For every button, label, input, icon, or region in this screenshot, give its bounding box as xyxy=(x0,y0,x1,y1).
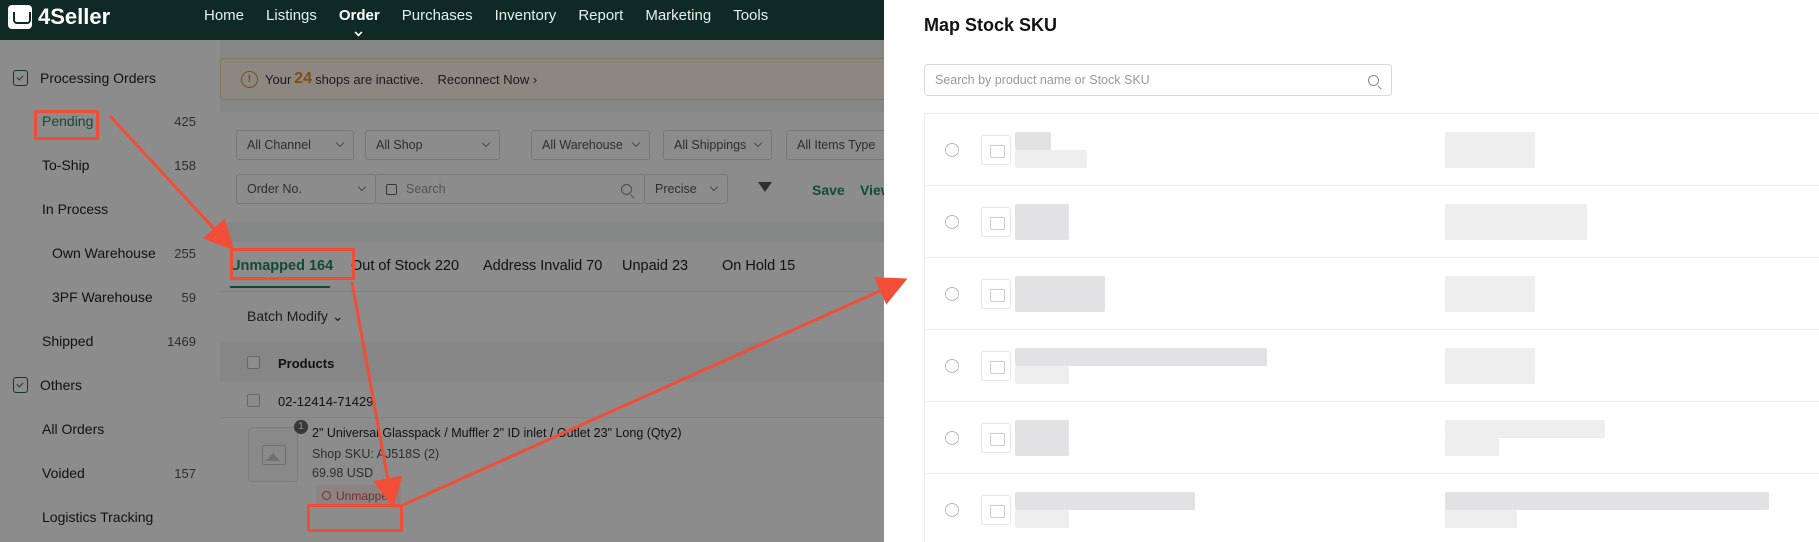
redacted-text xyxy=(1015,276,1105,312)
list-item[interactable] xyxy=(925,402,1819,474)
redacted-text xyxy=(1445,438,1499,456)
stock-sku-list xyxy=(924,113,1819,542)
redacted-text xyxy=(1015,150,1087,168)
highlight-unmapped-tab xyxy=(230,248,355,280)
radio-button[interactable] xyxy=(945,143,959,157)
image-placeholder-icon xyxy=(981,135,1011,165)
main-nav: Home Listings Order Purchases Inventory … xyxy=(193,0,779,40)
redacted-text xyxy=(1445,348,1535,384)
redacted-text xyxy=(1015,492,1195,510)
nav-order-label: Order xyxy=(338,7,380,24)
list-item[interactable] xyxy=(925,330,1819,402)
redacted-text xyxy=(1445,276,1535,312)
redacted-text xyxy=(1445,132,1535,168)
redacted-text xyxy=(1015,348,1267,366)
search-icon xyxy=(1368,75,1379,86)
radio-button[interactable] xyxy=(945,503,959,517)
image-placeholder-icon xyxy=(981,423,1011,453)
redacted-text xyxy=(1015,510,1069,528)
nav-order[interactable]: Order xyxy=(328,0,391,40)
nav-tools[interactable]: Tools xyxy=(722,0,779,40)
image-placeholder-icon xyxy=(981,279,1011,309)
nav-inventory[interactable]: Inventory xyxy=(484,0,568,40)
drawer-search-placeholder: Search by product name or Stock SKU xyxy=(935,73,1150,87)
redacted-text xyxy=(1015,420,1069,456)
logo-icon xyxy=(8,5,32,29)
list-item[interactable] xyxy=(925,258,1819,330)
nav-marketing[interactable]: Marketing xyxy=(634,0,722,40)
app-logo[interactable]: 4Seller xyxy=(8,4,110,30)
radio-button[interactable] xyxy=(945,287,959,301)
image-placeholder-icon xyxy=(981,351,1011,381)
radio-button[interactable] xyxy=(945,359,959,373)
stock-sku-search-input[interactable]: Search by product name or Stock SKU xyxy=(924,64,1392,96)
list-item[interactable] xyxy=(925,186,1819,258)
highlight-pending xyxy=(34,110,99,140)
app-name: 4Seller xyxy=(38,4,111,29)
redacted-text xyxy=(1445,420,1605,438)
image-placeholder-icon xyxy=(981,207,1011,237)
nav-listings[interactable]: Listings xyxy=(255,0,328,40)
redacted-text xyxy=(1015,366,1069,384)
redacted-text xyxy=(1015,132,1051,150)
list-item[interactable] xyxy=(925,114,1819,186)
list-item[interactable] xyxy=(925,474,1819,542)
redacted-text xyxy=(1015,204,1069,240)
drawer-title: Map Stock SKU xyxy=(924,15,1058,35)
highlight-unmapped-tag xyxy=(307,504,403,532)
nav-home[interactable]: Home xyxy=(193,0,255,40)
map-stock-sku-drawer: Map Stock SKU Search by product name or … xyxy=(884,0,1819,542)
redacted-text xyxy=(1445,510,1517,528)
radio-button[interactable] xyxy=(945,215,959,229)
redacted-text xyxy=(1445,492,1769,510)
modal-backdrop[interactable] xyxy=(0,40,884,542)
image-placeholder-icon xyxy=(981,495,1011,525)
chevron-down-icon xyxy=(354,28,363,37)
radio-button[interactable] xyxy=(945,431,959,445)
nav-purchases[interactable]: Purchases xyxy=(391,0,484,40)
nav-report[interactable]: Report xyxy=(567,0,634,40)
redacted-text xyxy=(1445,204,1587,240)
